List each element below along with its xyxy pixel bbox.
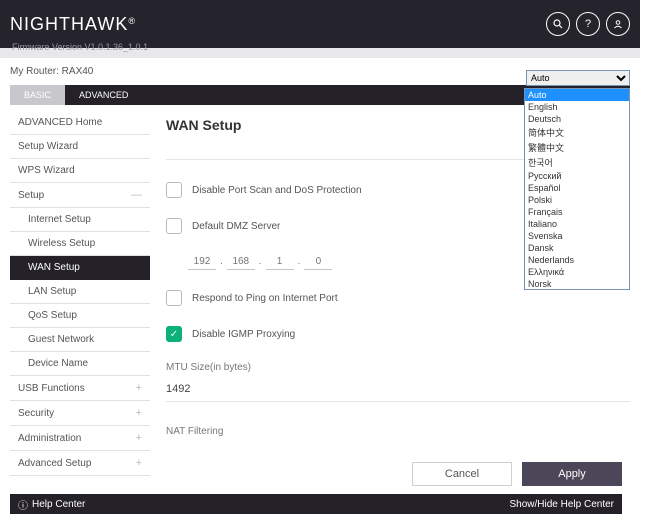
nat-filtering-label: NAT Filtering: [166, 426, 630, 437]
footer-buttons: Cancel Apply: [412, 452, 622, 496]
router-model: RAX40: [59, 66, 93, 77]
sidebar-item-label: LAN Setup: [28, 286, 76, 297]
sidebar-item-guest-network[interactable]: Guest Network: [10, 328, 150, 352]
field-respond-ping[interactable]: Respond to Ping on Internet Port: [166, 290, 630, 306]
sidebar-item-label: WAN Setup: [28, 262, 80, 273]
sidebar-item-label: USB Functions: [18, 383, 85, 394]
sidebar-item-label: Wireless Setup: [28, 238, 95, 249]
search-icon[interactable]: [546, 12, 570, 36]
app-header: NIGHTHAWK Firmware Version V1.0.1.36_1.0…: [0, 0, 640, 48]
expand-icon[interactable]: +: [136, 382, 142, 394]
language-option-русский[interactable]: Русский: [525, 170, 629, 182]
language-option-繁體中文[interactable]: 繁體中文: [525, 140, 629, 155]
expand-icon[interactable]: +: [136, 432, 142, 444]
apply-button[interactable]: Apply: [522, 462, 622, 486]
label-disable-igmp: Disable IGMP Proxying: [192, 329, 295, 340]
language-option-español[interactable]: Español: [525, 182, 629, 194]
sidebar-item-administration[interactable]: Administration +: [10, 426, 150, 451]
dmz-octet-4[interactable]: 0: [304, 254, 332, 270]
language-select[interactable]: Auto: [526, 70, 630, 86]
language-option-svenska[interactable]: Svenska: [525, 230, 629, 242]
language-option-ελληνικά[interactable]: Ελληνικά: [525, 266, 629, 278]
label-default-dmz: Default DMZ Server: [192, 221, 280, 232]
collapse-icon[interactable]: —: [131, 189, 142, 201]
sidebar-item-lan-setup[interactable]: LAN Setup: [10, 280, 150, 304]
sidebar-item-internet-setup[interactable]: Internet Setup: [10, 208, 150, 232]
sidebar-item-label: Setup: [18, 190, 44, 201]
dmz-octet-3[interactable]: 1: [266, 254, 294, 270]
tab-advanced[interactable]: ADVANCED: [65, 85, 142, 105]
sidebar-item-setup-wizard[interactable]: Setup Wizard: [10, 135, 150, 159]
sidebar-item-device-name[interactable]: Device Name: [10, 352, 150, 376]
logo: NIGHTHAWK: [10, 14, 136, 35]
sidebar-item-usb-functions[interactable]: USB Functions +: [10, 376, 150, 401]
sidebar-item-label: Device Name: [28, 358, 88, 369]
tab-basic[interactable]: BASIC: [10, 85, 65, 105]
sidebar-item-wan-setup[interactable]: WAN Setup: [10, 256, 150, 280]
firmware-version: Firmware Version V1.0.1.36_1.0.1: [12, 42, 148, 52]
router-prefix: My Router:: [10, 66, 59, 77]
sidebar-item-label: Security: [18, 408, 54, 419]
language-option-한국어[interactable]: 한국어: [525, 155, 629, 170]
label-respond-ping: Respond to Ping on Internet Port: [192, 293, 338, 304]
sidebar-nav: ADVANCED Home Setup Wizard WPS Wizard Setup…: [10, 111, 150, 476]
language-option-简体中文[interactable]: 简体中文: [525, 125, 629, 140]
language-option-auto[interactable]: Auto: [525, 89, 629, 101]
sidebar-item-label: ADVANCED Home: [18, 117, 102, 128]
checkbox-disable-port-scan[interactable]: [166, 182, 182, 198]
sidebar-item-advanced-setup[interactable]: Advanced Setup +: [10, 451, 150, 476]
sidebar-item-advanced-home[interactable]: ADVANCED Home: [10, 111, 150, 135]
language-option-norsk[interactable]: Norsk: [525, 278, 629, 290]
sidebar-item-label: WPS Wizard: [18, 165, 75, 176]
help-center-title: Help Center: [32, 499, 85, 510]
expand-icon[interactable]: +: [136, 407, 142, 419]
sidebar-item-label: Setup Wizard: [18, 141, 78, 152]
checkbox-default-dmz[interactable]: [166, 218, 182, 234]
cancel-button[interactable]: Cancel: [412, 462, 512, 486]
help-icon[interactable]: ?: [576, 12, 600, 36]
sidebar-item-label: Advanced Setup: [18, 458, 91, 469]
sidebar-item-wps-wizard[interactable]: WPS Wizard: [10, 159, 150, 183]
help-center-bar[interactable]: Help Center Show/Hide Help Center: [10, 494, 622, 514]
language-option-deutsch[interactable]: Deutsch: [525, 113, 629, 125]
language-option-dansk[interactable]: Dansk: [525, 242, 629, 254]
checkbox-respond-ping[interactable]: [166, 290, 182, 306]
checkbox-disable-igmp[interactable]: [166, 326, 182, 342]
language-option-français[interactable]: Français: [525, 206, 629, 218]
field-disable-igmp[interactable]: Disable IGMP Proxying: [166, 326, 630, 342]
help-center-toggle[interactable]: Show/Hide Help Center: [510, 499, 615, 510]
sidebar-item-label: Guest Network: [28, 334, 94, 345]
language-option-english[interactable]: English: [525, 101, 629, 113]
dmz-octet-1[interactable]: 192: [188, 254, 216, 270]
language-option-polski[interactable]: Polski: [525, 194, 629, 206]
sidebar-item-label: Administration: [18, 433, 81, 444]
expand-icon[interactable]: +: [136, 457, 142, 469]
mtu-label: MTU Size(in bytes): [166, 362, 630, 373]
dmz-octet-2[interactable]: 168: [227, 254, 255, 270]
mtu-value[interactable]: 1492: [166, 383, 630, 402]
sidebar-item-label: Internet Setup: [28, 214, 91, 225]
header-icons: ?: [546, 12, 630, 36]
language-option-nederlands[interactable]: Nederlands: [525, 254, 629, 266]
sidebar-item-security[interactable]: Security +: [10, 401, 150, 426]
sidebar-item-setup[interactable]: Setup —: [10, 183, 150, 208]
account-icon[interactable]: [606, 12, 630, 36]
language-dropdown-list[interactable]: AutoEnglishDeutsch简体中文繁體中文한국어РусскийEspa…: [524, 88, 630, 290]
sidebar-item-label: QoS Setup: [28, 310, 77, 321]
language-option-italiano[interactable]: Italiano: [525, 218, 629, 230]
sidebar-item-qos-setup[interactable]: QoS Setup: [10, 304, 150, 328]
sidebar-item-wireless-setup[interactable]: Wireless Setup: [10, 232, 150, 256]
label-disable-port-scan: Disable Port Scan and DoS Protection: [192, 185, 362, 196]
